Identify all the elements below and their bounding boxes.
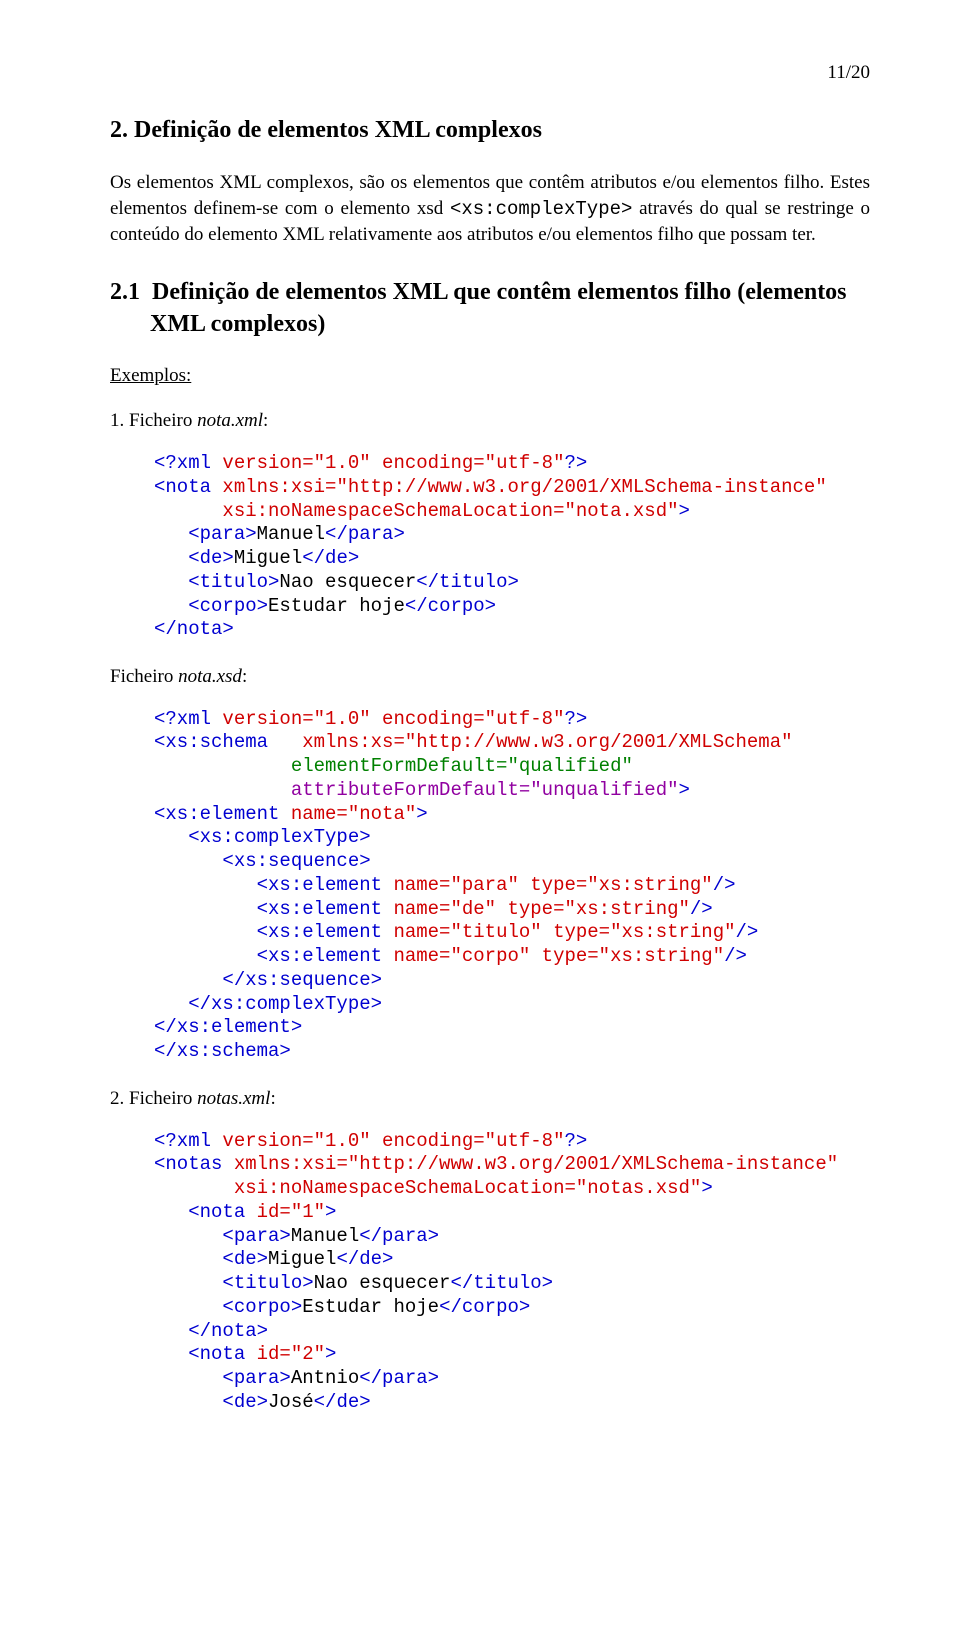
ex2-head-post: : [270, 1088, 275, 1109]
subsection-heading: 2.1 Definição de elementos XML que contê… [110, 276, 870, 341]
ex1-xsd-head-filename: nota.xsd [178, 666, 242, 687]
inline-code-complextype: <xs:complexType> [450, 198, 632, 220]
code-block-notas-xml: <?xml version="1.0" encoding="utf-8"?> <… [110, 1130, 870, 1415]
section-heading: 2. Definição de elementos XML complexos [110, 114, 870, 146]
ex1-head-post: : [263, 410, 268, 431]
page-number: 11/20 [110, 60, 870, 86]
example1-xsd-heading: Ficheiro nota.xsd: [110, 664, 870, 690]
examples-label: Exemplos: [110, 363, 870, 389]
section-paragraph: Os elementos XML complexos, são os eleme… [110, 170, 870, 248]
subsection-number: 2.1 [110, 279, 140, 305]
ex1-head-pre: 1. Ficheiro [110, 410, 197, 431]
ex1-xsd-head-pre: Ficheiro [110, 666, 178, 687]
example1-xml-heading: 1. Ficheiro nota.xml: [110, 408, 870, 434]
code-block-nota-xsd: <?xml version="1.0" encoding="utf-8"?> <… [110, 708, 870, 1064]
ex1-head-filename: nota.xml [197, 410, 263, 431]
ex1-xsd-head-post: : [242, 666, 247, 687]
ex2-head-pre: 2. Ficheiro [110, 1088, 197, 1109]
ex2-head-filename: notas.xml [197, 1088, 270, 1109]
example2-xml-heading: 2. Ficheiro notas.xml: [110, 1086, 870, 1112]
subsection-title: Definição de elementos XML que contêm el… [150, 279, 847, 337]
code-block-nota-xml: <?xml version="1.0" encoding="utf-8"?> <… [110, 452, 870, 642]
